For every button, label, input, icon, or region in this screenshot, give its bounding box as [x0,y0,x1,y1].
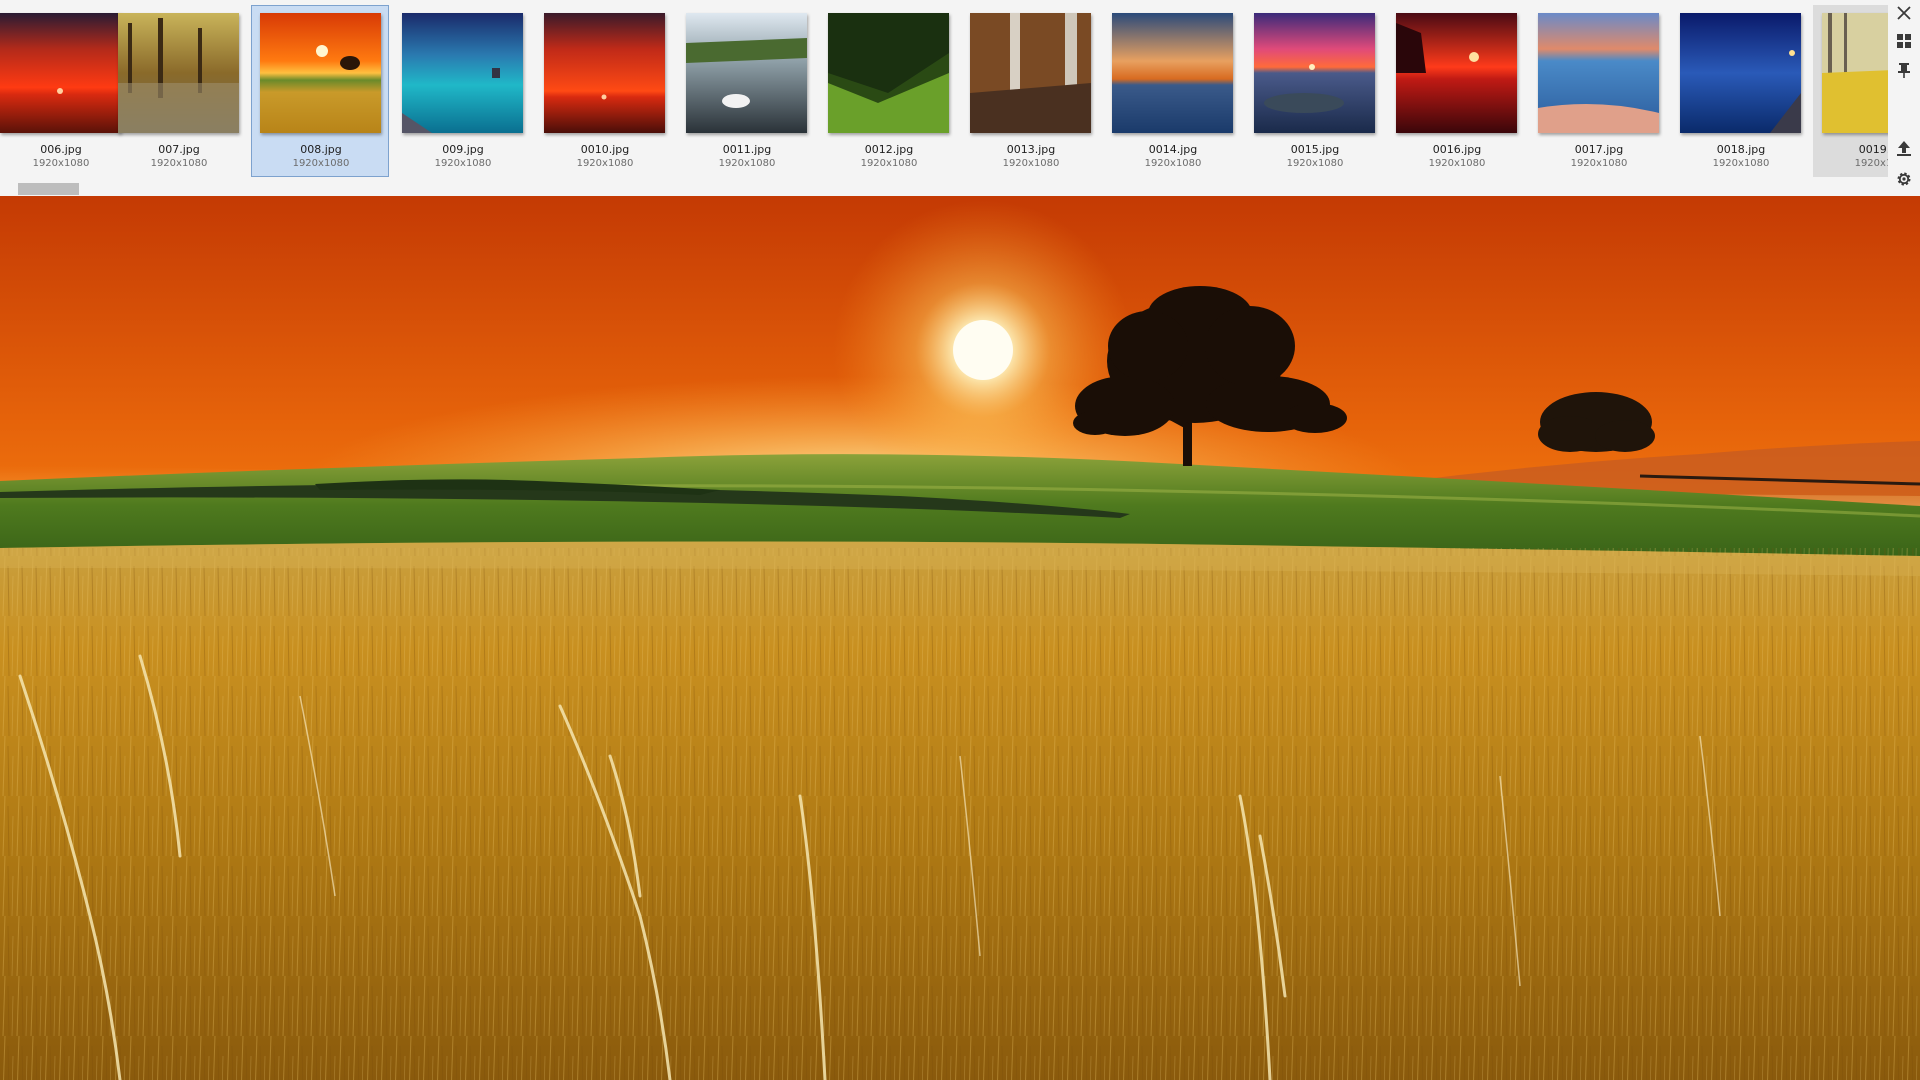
thumbnail-item[interactable]: 0014.jpg 1920x1080 [1103,5,1241,177]
pin-icon [1895,61,1913,83]
thumbnail-filename: 0015.jpg [1290,143,1340,156]
close-button[interactable] [1892,3,1916,27]
thumbnail-list: 006.jpg 1920x1080 007.jpg 1920x1080 008.… [0,5,1888,177]
thumbnail-item[interactable]: 0010.jpg 1920x1080 [535,5,673,177]
thumbnail-dimensions: 1920x1080 [434,158,492,169]
thumbnail-image [828,13,949,133]
settings-icon [1895,170,1913,192]
thumbnail-item[interactable]: 0019.jpg 1920x1080 [1813,5,1888,177]
thumbnail-item[interactable]: 0017.jpg 1920x1080 [1529,5,1667,177]
image-viewer[interactable] [0,196,1920,1080]
thumbnail-item[interactable]: 007.jpg 1920x1080 [109,5,247,177]
thumbnail-item[interactable]: 0018.jpg 1920x1080 [1671,5,1809,177]
thumbnail-filename: 008.jpg [300,143,342,156]
thumbnail-image [1396,13,1517,133]
thumbnail-filename: 0011.jpg [722,143,772,156]
pin-button[interactable] [1892,60,1916,84]
thumbnail-dimensions: 1920x1080 [1002,158,1060,169]
thumbnail-dimensions: 1920x1080 [1286,158,1344,169]
thumbnail-item[interactable]: 0013.jpg 1920x1080 [961,5,1099,177]
thumbnail-image [118,13,239,133]
thumbnail-filename: 0017.jpg [1574,143,1624,156]
thumbnail-dimensions: 1920x1080 [292,158,350,169]
main-image [0,196,1920,1080]
upload-button[interactable] [1892,138,1916,162]
thumbnail-item[interactable]: 0011.jpg 1920x1080 [677,5,815,177]
thumbnail-dimensions: 1920x1080 [860,158,918,169]
thumbnail-filename: 007.jpg [158,143,200,156]
thumbnail-filename: 009.jpg [442,143,484,156]
close-icon [1895,4,1913,26]
grid-view-icon [1895,32,1913,54]
thumbnail-filename: 0016.jpg [1432,143,1482,156]
thumbnail-image [970,13,1091,133]
thumbnail-image [1822,13,1888,133]
thumbnail-item[interactable]: 009.jpg 1920x1080 [393,5,531,177]
upload-icon [1895,139,1913,161]
thumbnail-image [402,13,523,133]
thumbnail-item[interactable]: 0016.jpg 1920x1080 [1387,5,1525,177]
thumbnail-image [1112,13,1233,133]
thumbnail-item-selected[interactable]: 008.jpg 1920x1080 [251,5,389,177]
grid-view-button[interactable] [1892,31,1916,55]
thumbnail-dimensions: 1920x1080 [1428,158,1486,169]
thumbnail-dimensions: 1920x1080 [1570,158,1628,169]
thumbnail-dimensions: 1920x1080 [718,158,776,169]
thumbnail-dimensions: 1920x1080 [576,158,634,169]
thumbnail-item[interactable]: 0015.jpg 1920x1080 [1245,5,1383,177]
thumbnail-image [1254,13,1375,133]
thumbnail-image [0,13,121,133]
thumbnail-dimensions: 1920x1080 [1854,158,1888,169]
thumbnail-filename: 0010.jpg [580,143,630,156]
thumbnail-filename: 0018.jpg [1716,143,1766,156]
thumbnail-dimensions: 1920x1080 [1144,158,1202,169]
thumbnail-scrollbar-thumb[interactable] [18,183,79,195]
thumbnail-image [1680,13,1801,133]
thumbnail-filename: 0012.jpg [864,143,914,156]
thumbnail-image [544,13,665,133]
thumbnail-image [260,13,381,133]
thumbnail-image [1538,13,1659,133]
thumbnail-item[interactable]: 0012.jpg 1920x1080 [819,5,957,177]
thumbnail-image [686,13,807,133]
thumbnail-dimensions: 1920x1080 [150,158,208,169]
thumbnail-dimensions: 1920x1080 [1712,158,1770,169]
thumbnail-filename: 0013.jpg [1006,143,1056,156]
settings-button[interactable] [1892,169,1916,193]
thumbnail-strip: 006.jpg 1920x1080 007.jpg 1920x1080 008.… [0,0,1920,196]
thumbnail-filename: 0014.jpg [1148,143,1198,156]
thumbnail-filename: 0019.jpg [1858,143,1888,156]
